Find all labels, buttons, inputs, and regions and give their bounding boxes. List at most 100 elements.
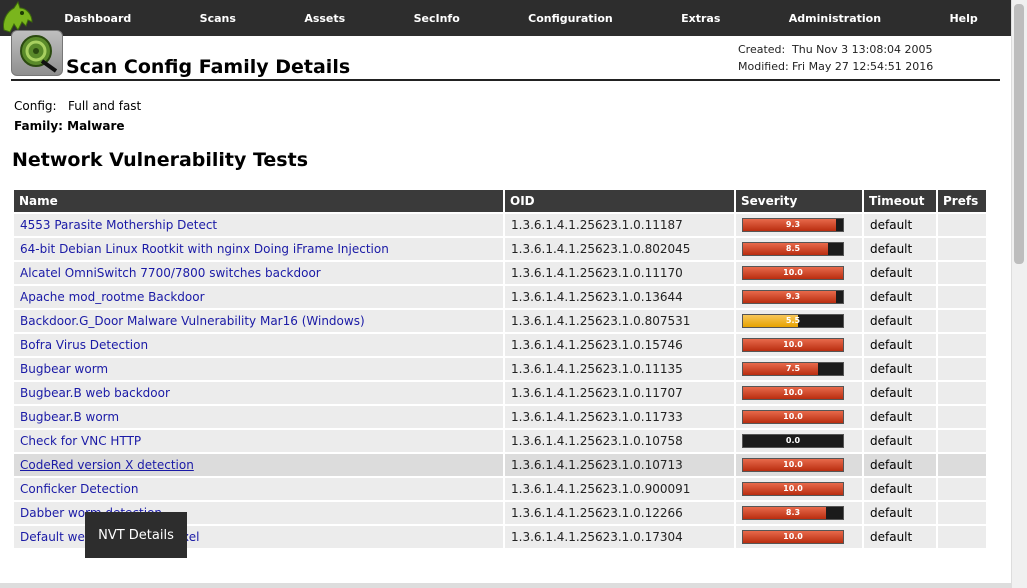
table-row: Bugbear worm 1.3.6.1.4.1.25623.1.0.11135 7… [14,358,986,380]
timeout-cell: default [864,454,936,476]
prefs-cell [938,238,986,260]
timeout-cell: default [864,358,936,380]
nav-item-configuration[interactable]: Configuration [510,12,631,25]
horizontal-scrollbar[interactable] [0,583,1012,588]
severity-value: 10.0 [783,460,803,469]
oid-cell: 1.3.6.1.4.1.25623.1.0.11733 [505,406,734,428]
severity-bar: 5.5 [742,314,844,328]
table-row: Bugbear.B web backdoor 1.3.6.1.4.1.25623.… [14,382,986,404]
prefs-cell [938,262,986,284]
nvt-name-link[interactable]: Apache mod_rootme Backdoor [20,290,205,304]
modified-label: Modified: [738,60,789,73]
nav-item-administration[interactable]: Administration [771,12,899,25]
family-text: Family: Malware [14,119,125,133]
severity-bar: 8.3 [742,506,844,520]
column-header-timeout[interactable]: Timeout [864,190,936,212]
severity-value: 10.0 [783,484,803,493]
oid-cell: 1.3.6.1.4.1.25623.1.0.13644 [505,286,734,308]
prefs-cell [938,310,986,332]
config-meta: Created: Thu Nov 3 13:08:04 2005 Modified… [738,41,933,75]
severity-value: 5.5 [785,316,801,325]
severity-value: 8.5 [785,244,801,253]
vertical-scrollbar[interactable] [1011,0,1027,588]
severity-value: 8.3 [785,508,801,517]
severity-cell: 9.3 [736,214,862,236]
prefs-cell [938,382,986,404]
severity-value: 0.0 [785,436,801,445]
severity-bar: 10.0 [742,482,844,496]
nvt-name-link[interactable]: Alcatel OmniSwitch 7700/7800 switches ba… [20,266,321,280]
prefs-cell [938,286,986,308]
timeout-cell: default [864,310,936,332]
nav-item-dashboard[interactable]: Dashboard [46,12,149,25]
severity-cell: 10.0 [736,454,862,476]
prefs-cell [938,214,986,236]
timeout-cell: default [864,478,936,500]
nvt-name-link[interactable]: Backdoor.G_Door Malware Vulnerability Ma… [20,314,365,328]
severity-cell: 7.5 [736,358,862,380]
nav-item-assets[interactable]: Assets [286,12,363,25]
prefs-cell [938,406,986,428]
severity-bar: 10.0 [742,386,844,400]
prefs-cell [938,334,986,356]
nvt-name-link[interactable]: Bugbear worm [20,362,108,376]
severity-bar: 9.3 [742,290,844,304]
prefs-cell [938,502,986,524]
table-row: 4553 Parasite Mothership Detect 1.3.6.1.4… [14,214,986,236]
nvt-name-cell: 64-bit Debian Linux Rootkit with nginx D… [14,238,503,260]
oid-cell: 1.3.6.1.4.1.25623.1.0.11187 [505,214,734,236]
section-title: Network Vulnerability Tests [12,149,309,171]
timeout-cell: default [864,382,936,404]
timeout-cell: default [864,526,936,548]
severity-cell: 10.0 [736,478,862,500]
nav-item-secinfo[interactable]: SecInfo [396,12,478,25]
timeout-cell: default [864,262,936,284]
severity-bar: 10.0 [742,530,844,544]
nvt-name-cell: 4553 Parasite Mothership Detect [14,214,503,236]
column-header-oid[interactable]: OID [505,190,734,212]
severity-value: 9.3 [785,220,801,229]
prefs-cell [938,526,986,548]
oid-cell: 1.3.6.1.4.1.25623.1.0.12266 [505,502,734,524]
oid-cell: 1.3.6.1.4.1.25623.1.0.15746 [505,334,734,356]
severity-bar: 10.0 [742,338,844,352]
column-header-prefs[interactable]: Prefs [938,190,986,212]
oid-cell: 1.3.6.1.4.1.25623.1.0.11170 [505,262,734,284]
table-header-row: Name OID Severity Timeout Prefs [14,190,986,212]
nvt-name-link[interactable]: Conficker Detection [20,482,138,496]
top-nav: Dashboard Scans Assets SecInfo Configuration… [0,0,1012,36]
nav-item-extras[interactable]: Extras [663,12,738,25]
column-header-name[interactable]: Name [14,190,503,212]
nvt-name-link[interactable]: 64-bit Debian Linux Rootkit with nginx D… [20,242,389,256]
nvt-name-link[interactable]: Bugbear.B worm [20,410,119,424]
timeout-cell: default [864,430,936,452]
nvt-name-cell: Conficker Detection [14,478,503,500]
nav-item-scans[interactable]: Scans [182,12,254,25]
severity-value: 9.3 [785,292,801,301]
nvt-name-link[interactable]: Bofra Virus Detection [20,338,148,352]
nvt-name-link[interactable]: Bugbear.B web backdoor [20,386,170,400]
nvt-name-link[interactable]: Check for VNC HTTP [20,434,141,448]
table-row: Bugbear.B worm 1.3.6.1.4.1.25623.1.0.1173… [14,406,986,428]
nvt-name-link[interactable]: 4553 Parasite Mothership Detect [20,218,217,232]
severity-value: 10.0 [783,340,803,349]
severity-cell: 5.5 [736,310,862,332]
table-row: Apache mod_rootme Backdoor 1.3.6.1.4.1.25… [14,286,986,308]
table-row: Conficker Detection 1.3.6.1.4.1.25623.1.0… [14,478,986,500]
nav-item-help[interactable]: Help [931,12,995,25]
table-row: 64-bit Debian Linux Rootkit with nginx D… [14,238,986,260]
severity-value: 10.0 [783,268,803,277]
column-header-severity[interactable]: Severity [736,190,862,212]
nvt-name-link[interactable]: CodeRed version X detection [20,458,194,472]
nvt-details-tooltip: NVT Details [85,512,187,558]
scrollbar-thumb[interactable] [1014,4,1024,264]
nvt-name-cell: Bugbear worm [14,358,503,380]
nvt-table: Name OID Severity Timeout Prefs 4553 Par… [12,188,988,550]
modified-value: Fri May 27 12:54:51 2016 [792,60,934,73]
severity-value: 10.0 [783,388,803,397]
oid-cell: 1.3.6.1.4.1.25623.1.0.17304 [505,526,734,548]
timeout-cell: default [864,286,936,308]
severity-bar: 9.3 [742,218,844,232]
table-body: 4553 Parasite Mothership Detect 1.3.6.1.4… [14,214,986,548]
oid-cell: 1.3.6.1.4.1.25623.1.0.11135 [505,358,734,380]
